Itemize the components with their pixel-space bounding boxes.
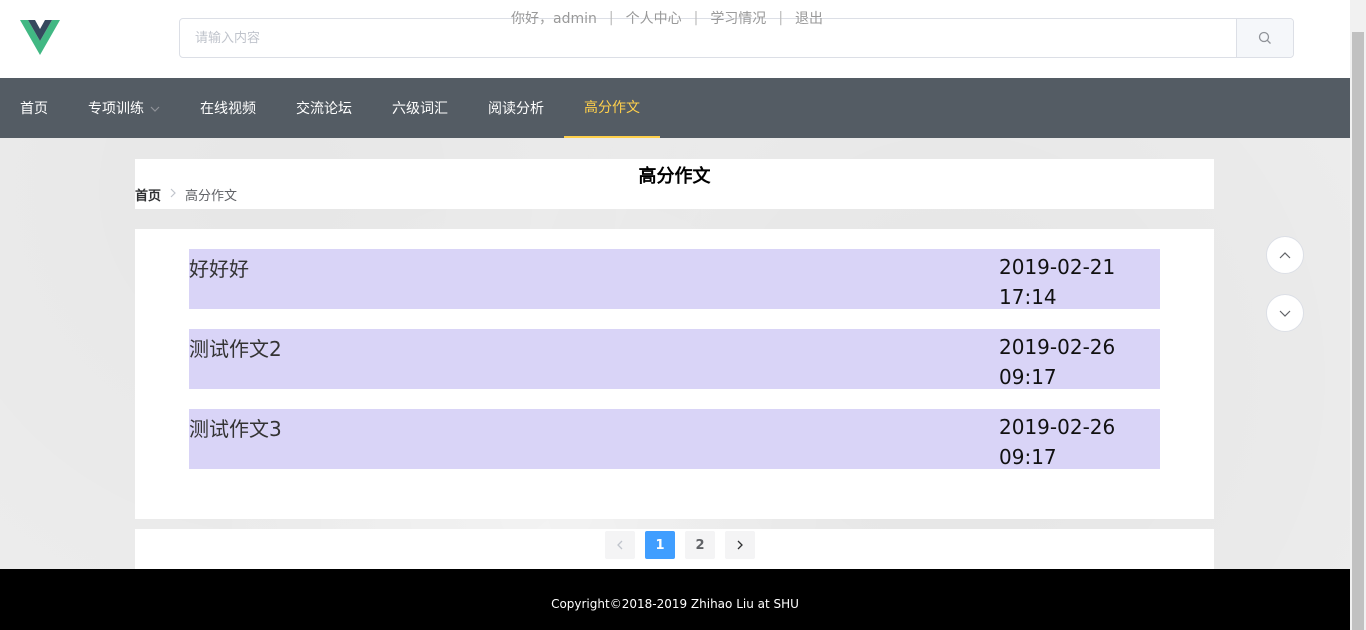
pagination-card: 1 2 xyxy=(135,529,1214,569)
essay-date: 2019-02-26 09:17 xyxy=(999,335,1116,389)
vue-logo-icon[interactable] xyxy=(20,20,60,56)
user-greeting: 你好，admin xyxy=(511,11,597,27)
separator: | xyxy=(693,10,699,26)
separator: | xyxy=(778,10,784,26)
list-item[interactable]: 好好好 2019-02-21 17:14 xyxy=(189,249,1160,309)
title-card: 高分作文 首页 高分作文 xyxy=(135,159,1214,209)
next-page-button[interactable] xyxy=(725,531,755,559)
nav-item-reading[interactable]: 阅读分析 xyxy=(468,78,564,138)
essay-title[interactable]: 测试作文3 xyxy=(189,413,282,442)
prev-page-button[interactable] xyxy=(605,531,635,559)
search-icon xyxy=(1258,31,1271,44)
scroll-down-button[interactable] xyxy=(1266,294,1304,332)
page-button-2[interactable]: 2 xyxy=(685,531,715,559)
nav-label: 高分作文 xyxy=(584,100,640,116)
footer: Copyright©2018-2019 Zhihao Liu at SHU xyxy=(0,569,1350,630)
nav-label: 专项训练 xyxy=(88,101,144,117)
nav-item-vocab[interactable]: 六级词汇 xyxy=(372,78,468,138)
nav-label: 六级词汇 xyxy=(392,101,448,117)
nav-item-training[interactable]: 专项训练 xyxy=(68,78,180,138)
list-item[interactable]: 测试作文2 2019-02-26 09:17 xyxy=(189,329,1160,389)
nav-item-video[interactable]: 在线视频 xyxy=(180,78,276,138)
breadcrumb-home[interactable]: 首页 xyxy=(135,185,161,204)
essay-date: 2019-02-21 17:14 xyxy=(999,255,1116,309)
breadcrumb-current: 高分作文 xyxy=(185,189,238,204)
scrollbar-thumb[interactable] xyxy=(1352,32,1364,630)
essay-title[interactable]: 测试作文2 xyxy=(189,333,282,362)
nav-item-home[interactable]: 首页 xyxy=(0,78,68,138)
chevron-right-icon xyxy=(737,540,743,550)
list-item[interactable]: 测试作文3 2019-02-26 09:17 xyxy=(189,409,1160,469)
pagination: 1 2 xyxy=(600,531,760,559)
nav-item-essays[interactable]: 高分作文 xyxy=(564,78,660,138)
scroll-up-button[interactable] xyxy=(1266,236,1304,274)
page-title: 高分作文 xyxy=(638,166,711,187)
logout-link[interactable]: 退出 xyxy=(795,8,823,28)
page-scrollbar[interactable] xyxy=(1350,0,1366,630)
profile-link[interactable]: 个人中心 xyxy=(626,8,682,28)
essay-list: 好好好 2019-02-21 17:14 测试作文2 2019-02-26 09… xyxy=(135,229,1214,519)
chevron-down-icon xyxy=(150,100,160,116)
search-button[interactable] xyxy=(1236,19,1293,57)
essay-title[interactable]: 好好好 xyxy=(189,253,249,282)
page-button-1[interactable]: 1 xyxy=(645,531,675,559)
chevron-left-icon xyxy=(617,540,623,550)
breadcrumb: 首页 高分作文 xyxy=(135,185,237,204)
header: 你好，admin | 个人中心 | 学习情况 | 退出 xyxy=(0,0,1350,78)
nav-label: 交流论坛 xyxy=(296,101,352,117)
main-nav: 首页 专项训练 在线视频 交流论坛 六级词汇 阅读分析 高分作文 xyxy=(0,78,1350,138)
nav-label: 首页 xyxy=(20,101,48,117)
copyright-text: Copyright©2018-2019 Zhihao Liu at SHU xyxy=(551,596,799,611)
separator: | xyxy=(608,10,614,26)
chevron-down-icon xyxy=(1279,310,1291,317)
nav-label: 在线视频 xyxy=(200,101,256,117)
chevron-up-icon xyxy=(1279,251,1291,258)
user-links: 你好，admin | 个人中心 | 学习情况 | 退出 xyxy=(511,8,823,28)
nav-label: 阅读分析 xyxy=(488,101,544,117)
chevron-right-icon xyxy=(170,187,176,202)
essay-date: 2019-02-26 09:17 xyxy=(999,415,1116,469)
nav-item-forum[interactable]: 交流论坛 xyxy=(276,78,372,138)
study-link[interactable]: 学习情况 xyxy=(710,8,766,28)
